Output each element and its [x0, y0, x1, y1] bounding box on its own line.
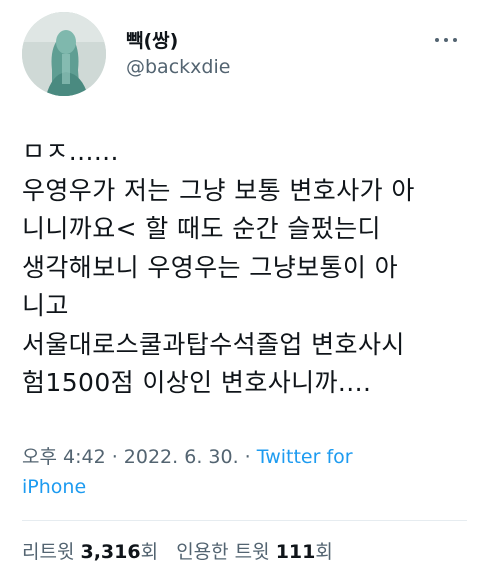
avatar-image [22, 12, 106, 96]
tweet-line: 니고 [22, 291, 69, 320]
author-avatar[interactable] [22, 12, 106, 96]
quote-tweets-stat[interactable]: 인용한 트윗 111회 [176, 541, 333, 563]
tweet-source-link[interactable]: Twitter for [257, 446, 353, 468]
tweet-stats: 리트윗 3,316회 인용한 트윗 111회 [22, 537, 333, 564]
author-display-name[interactable]: 빽(쌍) [126, 26, 178, 53]
tweet-date[interactable]: 2022. 6. 30. [124, 446, 239, 468]
retweets-stat[interactable]: 리트윗 3,316회 [22, 541, 158, 563]
author-handle[interactable]: @backxdie [126, 56, 230, 78]
tweet-line: ㅁㅈ...... [22, 137, 119, 166]
tweet-time[interactable]: 오후 4:42 [22, 446, 106, 468]
tweet-line: 생각해보니 우영우는 그냥보통이 아 [22, 252, 399, 282]
tweet-meta: 오후 4:42 · 2022. 6. 30. · Twitter for iPh… [22, 442, 462, 502]
more-options-button[interactable] [428, 28, 464, 52]
tweet-line: 서울대로스쿨과탑수석졸업 변호사시 [22, 329, 405, 359]
divider [22, 520, 467, 521]
quotes-label: 인용한 트윗 [176, 541, 276, 563]
tweet-card: 빽(쌍) @backxdie ㅁㅈ...... 우영우가 저는 그냥 보통 변호… [0, 0, 480, 568]
tweet-line: 니니까요< 할 때도 순간 슬펐는디 [22, 214, 381, 243]
quotes-suffix: 회 [315, 541, 333, 563]
tweet-text: ㅁㅈ...... 우영우가 저는 그냥 보통 변호사가 아 니니까요< 할 때도… [22, 133, 467, 403]
more-dots-icon [435, 38, 457, 42]
retweets-count: 3,316 [80, 541, 141, 563]
quotes-count: 111 [275, 541, 316, 563]
retweets-label: 리트윗 [22, 541, 81, 563]
tweet-line: 우영우가 저는 그냥 보통 변호사가 아 [22, 175, 415, 205]
tweet-source-link[interactable]: iPhone [22, 476, 86, 498]
retweets-suffix: 회 [140, 541, 159, 563]
meta-separator: · [238, 446, 257, 468]
tweet-line: 험1500점 이상인 변호사니까.... [22, 368, 372, 397]
meta-separator: · [105, 446, 124, 468]
